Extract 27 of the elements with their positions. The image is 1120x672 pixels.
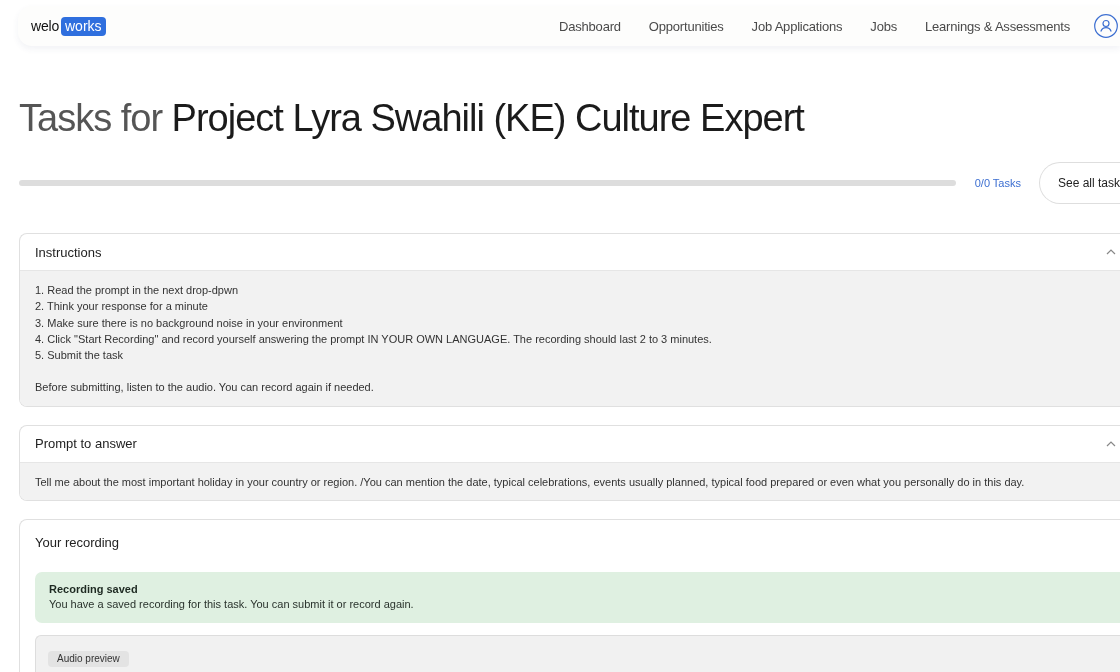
user-profile-icon[interactable] [1094,14,1118,38]
alert-message: You have a saved recording for this task. You can submit it or record again. [49,597,415,613]
nav-link[interactable]: Dashboard [559,18,621,34]
nav-link[interactable]: Opportunities [648,18,724,34]
instruction-line: 3. Make sure there is no background noise in your environment [35,315,344,331]
logo-highlight[interactable]: works [61,16,106,36]
instruction-line: Tell me about the most important holiday in your country or region. /You can mention the date, typical celebrations, events usually planned, typical food prepared or even what you personally do in this day. [35,474,1026,490]
page-title-project: Project Lyra Swahili (KE) Culture Expert [171,97,804,139]
section-title[interactable]: Prompt to answer [35,436,137,452]
nav-link[interactable]: Jobs [870,18,897,34]
logo-wordmark[interactable]: welo [31,18,59,34]
section-title[interactable]: Instructions [35,244,102,260]
page-title-prefix: Tasks for [19,97,163,139]
section-title: Your recording [35,534,120,550]
nav-link[interactable]: Job Applications [751,18,843,34]
chevron-up-icon[interactable] [1106,440,1116,447]
task-count: 0/0 Tasks [974,177,1021,189]
instruction-line: 4. Click "Start Recording" and record yourself answering the prompt IN YOUR OWN LANGUAGE. The recording should last 2 to 3 minutes. [35,331,713,347]
alert-title: Recording saved [49,582,139,598]
instruction-line: 1. Read the prompt in the next drop-dpwn [35,283,239,298]
nav-link[interactable]: Learnings & Assessments [925,18,1070,34]
see-all-tasks-button[interactable]: See all task [1039,162,1120,204]
instruction-line: 2. Think your response for a minute [35,299,209,315]
chevron-up-icon[interactable] [1106,249,1116,255]
instruction-note: Before submitting, listen to the audio. You can record again if needed. [35,380,375,396]
audio-preview-label: Audio preview [48,651,129,668]
instruction-line: 5. Submit the task [35,348,125,364]
